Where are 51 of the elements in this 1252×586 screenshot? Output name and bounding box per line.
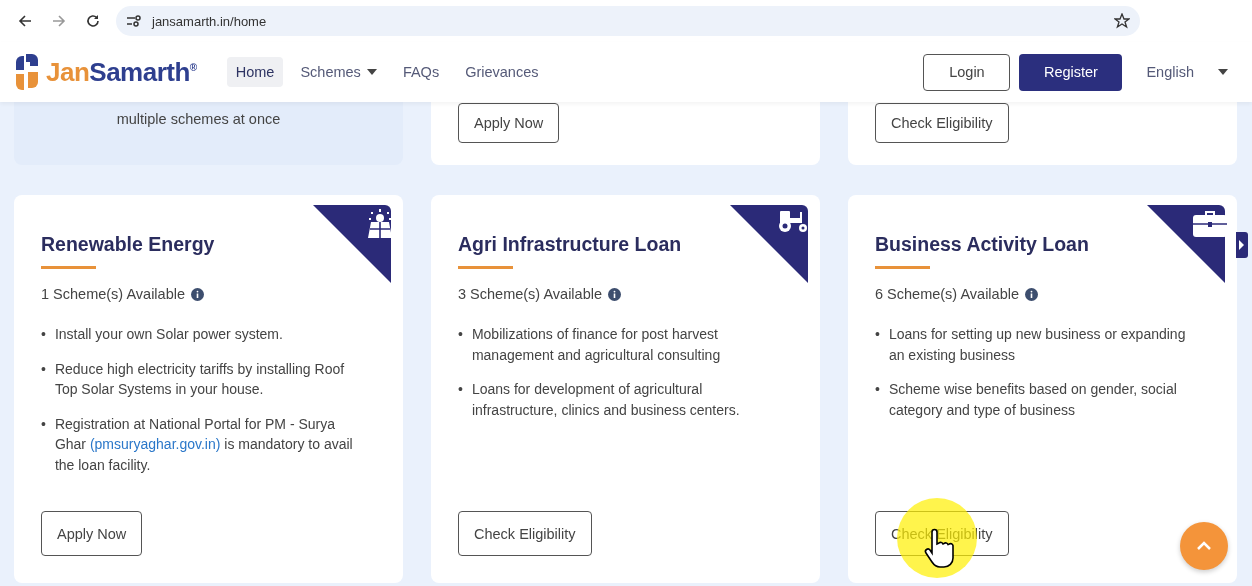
card-title: Renewable Energy [41, 233, 216, 256]
login-button[interactable]: Login [923, 53, 1011, 91]
bullet-mark: • [875, 380, 880, 399]
bullet-mark: • [41, 325, 46, 344]
logo-icon [14, 54, 40, 90]
nav-link[interactable]: Home [226, 57, 284, 87]
solar-panel-icon [367, 209, 393, 239]
title-underline [458, 266, 513, 269]
bullet-text: Loans for development of agricultural infrastructure, clinics and business centers. [471, 380, 741, 420]
language-selector[interactable]: English [1146, 64, 1194, 80]
bullet-text: Reduce high electricity tariffs by installing Roof Top Solar Systems in your house. [54, 359, 346, 399]
site-settings-icon[interactable] [126, 14, 142, 28]
scheme-count: 1 Scheme(s) Available [41, 286, 185, 302]
chevron-up-icon [1196, 541, 1212, 551]
title-underline [875, 266, 930, 269]
card-button[interactable]: Apply Now [458, 103, 560, 143]
star-icon[interactable] [1114, 13, 1130, 29]
caret-icon [1218, 69, 1228, 75]
url-text: jansamarth.in/home [152, 13, 268, 29]
side-tab-icon[interactable] [1236, 232, 1248, 258]
register-button[interactable]: Register [1019, 53, 1123, 91]
nav-link[interactable]: Grievances [456, 57, 548, 87]
bullet-text: Scheme wise benefits based on gender, social category and type of business [888, 380, 1178, 420]
card-title: Agri Infrastructure Loan [458, 233, 683, 256]
tractor-icon [776, 209, 810, 233]
card-button[interactable]: Check Eligibility [875, 103, 1009, 143]
bullet-mark: • [875, 325, 880, 344]
card-button[interactable]: Check Eligibility [458, 511, 592, 556]
bullet-text: Install your own Solar power system. [54, 325, 283, 344]
portal-link[interactable]: (pmsuryaghar.gov.in) [89, 436, 221, 452]
scheme-count: 3 Scheme(s) Available [458, 286, 602, 302]
nav-link[interactable]: Schemes [291, 57, 386, 87]
nav-link[interactable]: FAQs [393, 57, 449, 87]
bullet-text: Mobilizations of finance for post harvest management and agricultural consulting [471, 325, 722, 365]
bullet-mark: • [458, 380, 463, 399]
briefcase-icon [1193, 209, 1227, 237]
card-button[interactable]: Apply Now [41, 511, 143, 556]
bullet-mark: • [458, 325, 463, 344]
bullet-mark: • [41, 359, 46, 379]
card-text: multiple schemes at once [116, 111, 281, 127]
info-icon[interactable] [608, 287, 621, 301]
scheme-count: 6 Scheme(s) Available [875, 286, 1019, 302]
bullet-mark: • [41, 414, 46, 434]
info-icon[interactable] [191, 287, 204, 301]
title-underline [41, 266, 96, 269]
logo-text[interactable]: JanSamarth$^{®}$ [46, 56, 197, 88]
info-icon[interactable] [1025, 287, 1038, 301]
address-bar[interactable]: jansamarth.in/home [116, 6, 1140, 36]
bullet-text: Registration at National Portal for PM - Surya Ghar (pmsuryaghar.gov.in) is mandatory to avail the loan facility. [54, 414, 354, 475]
card-title: Business Activity Loan [875, 233, 1090, 256]
bullet-text: Loans for setting up new business or expanding an existing business [888, 325, 1187, 365]
